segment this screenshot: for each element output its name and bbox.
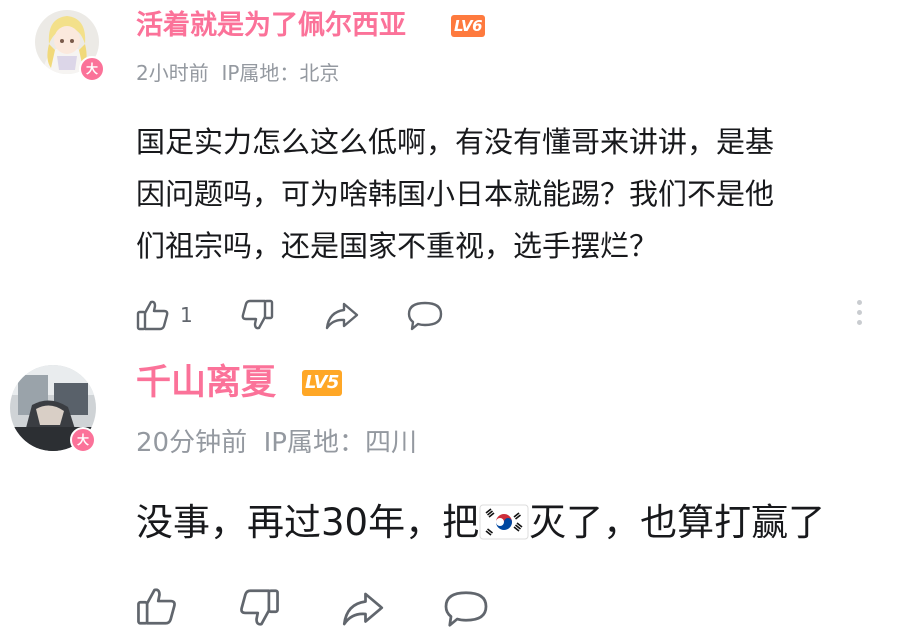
reply-icon [444,591,488,627]
more-icon-dot [857,320,862,325]
avatar[interactable]: 大 [35,10,105,82]
level-badge: LV6 [451,15,486,37]
more-icon [857,300,862,305]
thumbs-up-icon [137,588,176,625]
reply-button[interactable] [406,300,444,332]
thumbs-down-icon [240,589,279,626]
dislike-button[interactable] [240,298,274,332]
south-korea-flag-icon [479,504,529,540]
comment-line: 因问题吗，可为啥韩国小日本就能踢？我们不是他 [136,177,775,211]
timestamp: 20分钟前 [136,428,248,458]
timestamp: 2小时前 [136,61,209,85]
like-button[interactable] [136,585,178,627]
comment-line: 国足实力怎么这么低啊，有没有懂哥来讲讲，是基 [136,125,775,159]
avatar[interactable]: 大 [10,365,96,453]
more-button[interactable] [857,300,863,330]
like-count: 1 [180,303,193,327]
comment-2: 大 千山离夏 LV5 20分钟前 IP属地：四川 没事，再过30年，把 灭了，也… [0,345,898,640]
comment-text-part: 没事，再过30年，把 [136,501,480,544]
share-button[interactable] [340,589,386,629]
share-icon [325,302,359,330]
comment-text: 没事，再过30年，把 灭了，也算打赢了 [136,497,825,549]
thumbs-up-icon [136,300,169,331]
comment-meta: 20分钟前 IP属地：四川 [136,427,417,459]
level-badge: LV5 [302,370,342,396]
more-icon-dot [857,310,862,315]
vip-badge: 大 [70,427,96,453]
comment-text-part: 灭了，也算打赢了 [529,501,826,544]
share-icon [342,592,384,626]
reply-icon [407,301,443,331]
ip-location: IP属地：北京 [221,61,340,85]
like-button[interactable] [136,298,170,332]
dislike-button[interactable] [238,587,280,629]
username[interactable]: 活着就是为了佩尔西亚 [136,9,406,43]
comment-line: 们祖宗吗，还是国家不重视，选手摆烂？ [136,229,659,263]
ip-location: IP属地：四川 [263,428,417,458]
share-button[interactable] [324,300,360,332]
comment-text: 国足实力怎么这么低啊，有没有懂哥来讲讲，是基 因问题吗，可为啥韩国小日本就能踢？… [136,116,774,272]
comment-1: 大 活着就是为了佩尔西亚 LV6 2小时前 IP属地：北京 国足实力怎么这么低啊… [0,0,898,345]
comment-meta: 2小时前 IP属地：北京 [136,60,339,86]
thumbs-down-icon [241,299,274,330]
vip-badge: 大 [79,56,105,82]
username[interactable]: 千山离夏 [136,362,276,404]
reply-button[interactable] [442,589,490,629]
